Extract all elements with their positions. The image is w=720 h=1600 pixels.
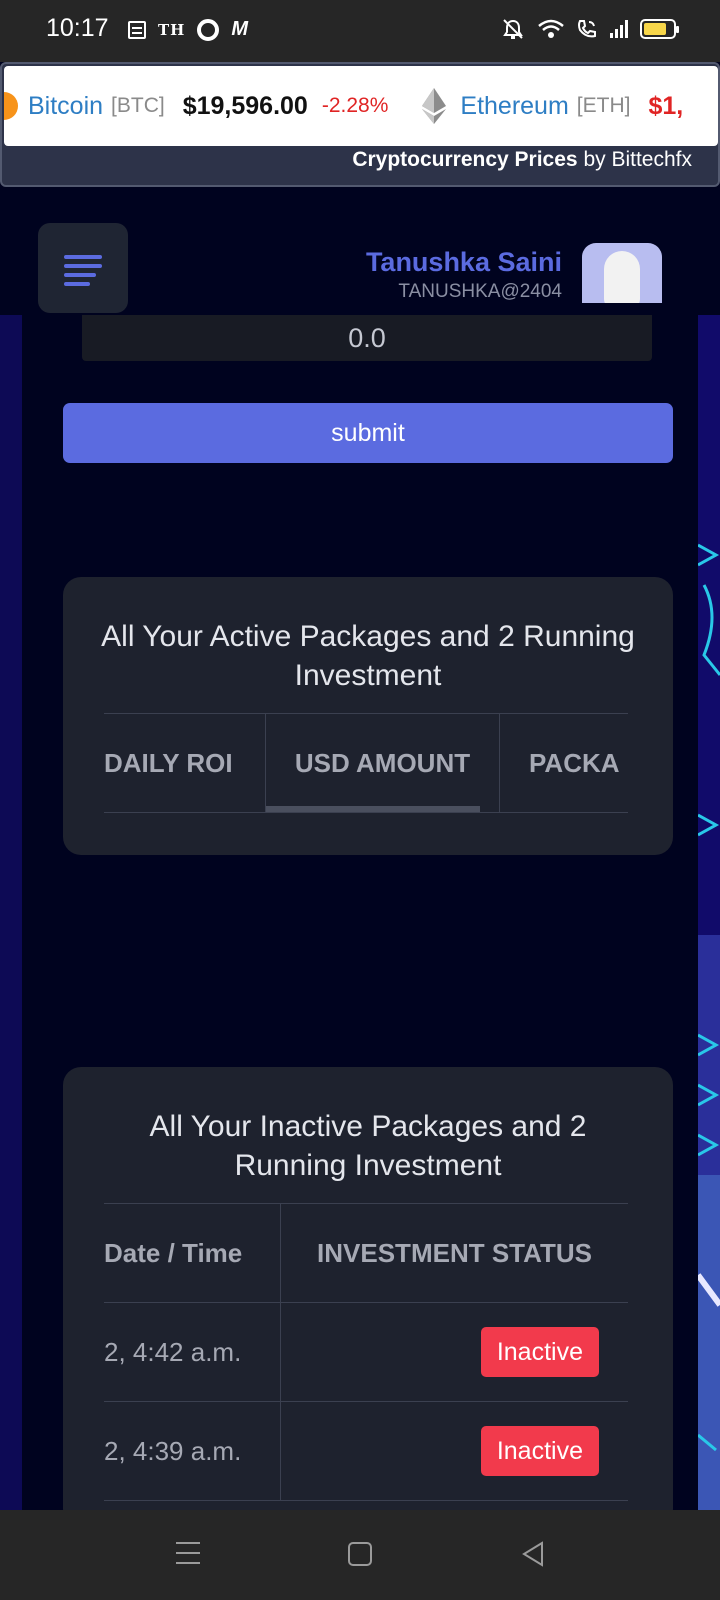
ticker-credit[interactable]: Cryptocurrency Prices by Bittechfx [352, 148, 692, 172]
amount-field[interactable] [82, 315, 652, 361]
m-app-icon: M [231, 18, 249, 40]
ticker-coin-price: $19,596.00 [182, 91, 308, 120]
active-packages-table[interactable]: DAILY ROI USD AMOUNT PACKA [104, 713, 628, 813]
hamburger-icon [64, 255, 102, 291]
battery-level [644, 23, 666, 35]
circuit-pattern [698, 543, 720, 1510]
ticker-credit-source: by Bittechfx [577, 148, 692, 171]
main-panel: submit All Your Active Packages and 2 Ru… [22, 315, 698, 1527]
status-time: 10:17 [46, 14, 109, 42]
app-header: Tanushka Saini TANUSHKA@2404 [0, 187, 720, 315]
ethereum-icon [422, 88, 447, 124]
table-header-row: Date / Time INVESTMENT STATUS [104, 1204, 628, 1303]
system-icons [500, 18, 679, 40]
user-name[interactable]: Tanushka Saini [366, 247, 562, 278]
table-header-row: DAILY ROI USD AMOUNT PACKA [104, 714, 628, 813]
inactive-packages-card: All Your Inactive Packages and 2 Running… [63, 1067, 673, 1527]
submit-button[interactable]: submit [63, 403, 673, 463]
inactive-packages-table[interactable]: Date / Time INVESTMENT STATUS 2, 4:42 a.… [104, 1203, 628, 1523]
avatar-placeholder-icon [604, 251, 640, 303]
card-title: All Your Inactive Packages and 2 Running… [149, 1110, 587, 1182]
bitcoin-icon [4, 92, 18, 120]
crypto-ticker[interactable]: Bitcoin [BTC] $19,596.00 -2.28% Ethereum… [0, 62, 720, 187]
column-header-package[interactable]: PACKA [500, 714, 628, 812]
column-header-daily-roi[interactable]: DAILY ROI [104, 714, 266, 812]
ticker-row: Bitcoin [BTC] $19,596.00 -2.28% Ethereum… [4, 66, 683, 146]
left-decoration [0, 315, 22, 1510]
ticker-coin-symbol: [BTC] [111, 94, 165, 117]
notification-icons: TH M [128, 18, 248, 41]
back-icon[interactable] [520, 1540, 546, 1568]
home-icon[interactable] [348, 1542, 372, 1566]
table-row: 2, 4:39 a.m. Inactive [104, 1402, 628, 1501]
row-date: 2, 4:42 a.m. [104, 1303, 281, 1401]
row-status: Inactive [281, 1402, 628, 1500]
column-header-label: USD AMOUNT [294, 747, 471, 778]
ticker-credit-title: Cryptocurrency Prices [352, 148, 578, 171]
system-nav-bar [0, 1510, 720, 1600]
mute-icon [503, 19, 523, 39]
row-date: 2, 4:39 a.m. [104, 1402, 281, 1500]
screen: 10:17 TH M Bitcoin [BTC] $19,596.00 -2.2… [0, 0, 720, 1600]
signal-icon [610, 20, 628, 38]
status-badge: Inactive [480, 1327, 599, 1377]
wifi-icon [538, 19, 564, 38]
ticker-coin-price: $1, [648, 91, 684, 120]
table-row: 2, 4:42 a.m. Inactive [104, 1303, 628, 1402]
row-status: Inactive [281, 1303, 628, 1401]
status-badge: Inactive [480, 1426, 599, 1476]
ring-app-icon [197, 18, 220, 41]
status-bar: 10:17 TH M [0, 0, 720, 62]
right-decoration [698, 315, 720, 1510]
ticker-coin-name[interactable]: Ethereum [460, 92, 568, 121]
ticker-strip: Bitcoin [BTC] $19,596.00 -2.28% Ethereum… [4, 66, 718, 146]
horizontal-scrollbar[interactable] [266, 806, 480, 812]
column-header-date-time[interactable]: Date / Time [104, 1204, 281, 1302]
card-title: All Your Active Packages and 2 Running I… [101, 620, 635, 692]
user-id: TANUSHKA@2404 [398, 281, 562, 302]
menu-button[interactable] [38, 223, 128, 313]
th-app-icon: TH [158, 20, 186, 39]
ticker-coin-name[interactable]: Bitcoin [28, 92, 103, 121]
avatar[interactable] [582, 243, 662, 303]
ticker-coin-symbol: [ETH] [576, 94, 631, 117]
ticker-coin-change: -2.28% [321, 94, 389, 117]
recent-apps-icon[interactable] [176, 1542, 200, 1572]
battery-icon [640, 19, 679, 39]
message-icon [128, 20, 146, 39]
active-packages-card: All Your Active Packages and 2 Running I… [63, 577, 673, 855]
column-header-investment-status[interactable]: INVESTMENT STATUS [281, 1204, 628, 1302]
wifi-calling-icon [578, 20, 596, 38]
column-header-usd-amount[interactable]: USD AMOUNT [266, 714, 500, 812]
